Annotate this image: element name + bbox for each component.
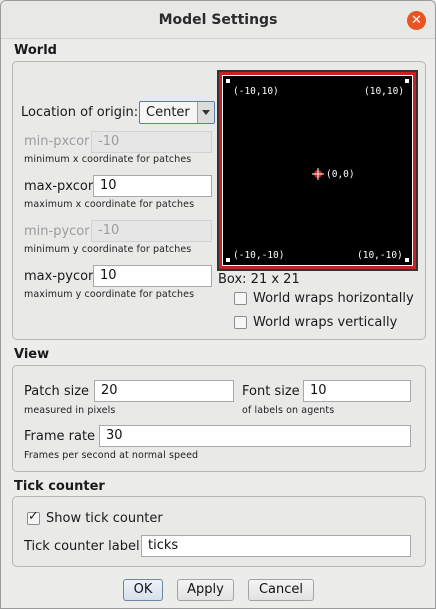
- title-bar: Model Settings ✕: [1, 1, 435, 39]
- min-pxcor-label: min-pxcor: [24, 134, 90, 149]
- font-size-field[interactable]: 10: [303, 380, 411, 402]
- world-heading: World: [14, 43, 57, 58]
- max-pycor-field[interactable]: 10: [93, 265, 212, 287]
- chevron-down-icon: [197, 102, 214, 123]
- max-pxcor-label: max-pxcor: [24, 179, 94, 194]
- world-preview-canvas: (-10,10) (10,10) (0,0) (-10,-10) (10,-10…: [222, 75, 413, 266]
- min-pycor-label: min-pycor: [24, 224, 90, 239]
- min-pycor-hint: minimum y coordinate for patches: [24, 244, 192, 255]
- min-pxcor-hint: minimum x coordinate for patches: [24, 154, 192, 165]
- preview-bottom-right-coord: (10,-10): [357, 250, 403, 261]
- preview-bottom-left-coord: (-10,-10): [233, 250, 285, 261]
- max-pycor-hint: maximum y coordinate for patches: [24, 289, 195, 300]
- show-tick-counter-label[interactable]: Show tick counter: [46, 511, 163, 526]
- apply-button[interactable]: Apply: [177, 579, 234, 601]
- corner-marker: [405, 258, 409, 262]
- view-heading: View: [14, 347, 50, 362]
- frame-rate-field[interactable]: 30: [99, 425, 411, 447]
- origin-dropdown-value: Center: [146, 105, 190, 120]
- box-size-label: Box: 21 x 21: [218, 272, 300, 287]
- frame-rate-hint: Frames per second at normal speed: [24, 450, 199, 461]
- origin-crosshair-icon: [312, 168, 324, 180]
- font-size-label: Font size: [242, 384, 300, 399]
- preview-center-coord: (0,0): [326, 169, 355, 180]
- min-pxcor-field[interactable]: -10: [91, 131, 212, 153]
- wrap-vertical-checkbox[interactable]: [234, 316, 247, 329]
- tick-counter-heading: Tick counter: [14, 479, 105, 494]
- patch-size-label: Patch size: [24, 384, 90, 399]
- patch-size-hint: measured in pixels: [24, 405, 116, 416]
- patch-size-field[interactable]: 20: [94, 380, 234, 402]
- origin-label: Location of origin:: [21, 105, 139, 120]
- tick-counter-label-field[interactable]: ticks: [141, 535, 411, 557]
- font-size-hint: of labels on agents: [242, 405, 335, 416]
- max-pycor-label: max-pycor: [24, 269, 94, 284]
- cancel-button[interactable]: Cancel: [248, 579, 314, 601]
- corner-marker: [226, 79, 230, 83]
- tick-counter-label-label: Tick counter label: [24, 539, 140, 554]
- show-tick-counter-checkbox[interactable]: [27, 509, 40, 525]
- ok-button[interactable]: OK: [123, 579, 163, 601]
- frame-rate-label: Frame rate: [24, 429, 96, 444]
- max-pxcor-hint: maximum x coordinate for patches: [24, 199, 195, 210]
- world-preview: (-10,10) (10,10) (0,0) (-10,-10) (10,-10…: [217, 70, 418, 271]
- close-icon[interactable]: ✕: [407, 11, 426, 30]
- preview-top-right-coord: (10,10): [364, 86, 405, 97]
- wrap-vertical-label[interactable]: World wraps vertically: [253, 315, 397, 330]
- wrap-horizontal-checkbox[interactable]: [234, 292, 247, 305]
- wrap-horizontal-label[interactable]: World wraps horizontally: [253, 291, 414, 306]
- dialog-title: Model Settings: [158, 12, 278, 28]
- origin-dropdown[interactable]: Center: [139, 101, 215, 124]
- preview-top-left-coord: (-10,10): [233, 86, 279, 97]
- max-pxcor-field[interactable]: 10: [93, 175, 212, 197]
- min-pycor-field[interactable]: -10: [91, 220, 212, 242]
- model-settings-dialog: Model Settings ✕ World Location of origi…: [0, 0, 436, 609]
- corner-marker: [405, 79, 409, 83]
- corner-marker: [226, 258, 230, 262]
